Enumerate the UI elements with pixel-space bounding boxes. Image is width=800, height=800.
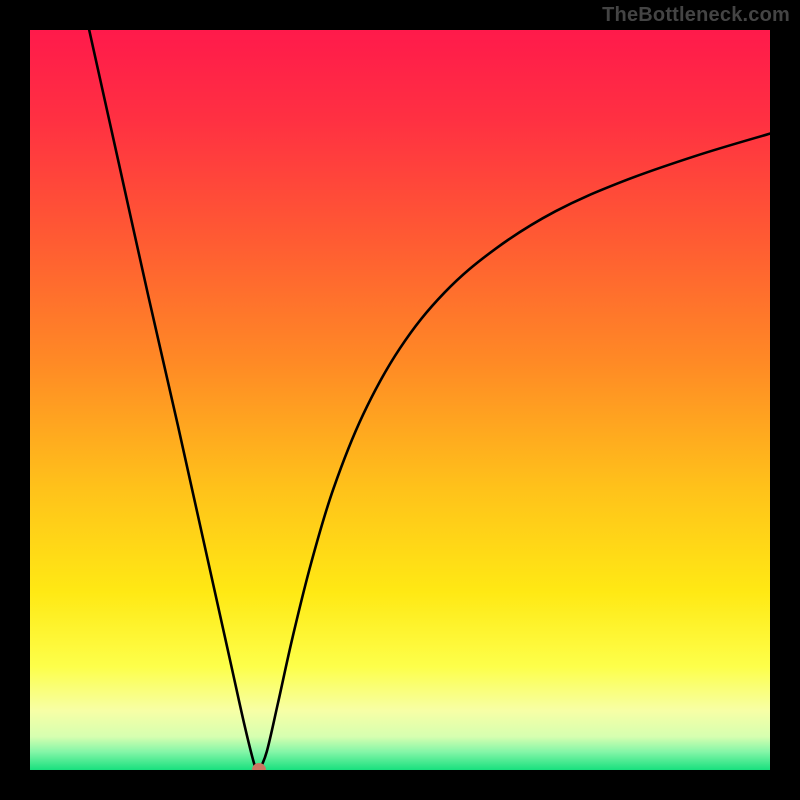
- chart-frame: TheBottleneck.com: [0, 0, 800, 800]
- bottleneck-curve: [30, 30, 770, 770]
- curve-right-branch: [259, 134, 770, 770]
- watermark-text: TheBottleneck.com: [602, 4, 790, 27]
- plot-area: [30, 30, 770, 770]
- curve-left-branch: [89, 30, 259, 770]
- minimum-marker-dot: [252, 763, 266, 770]
